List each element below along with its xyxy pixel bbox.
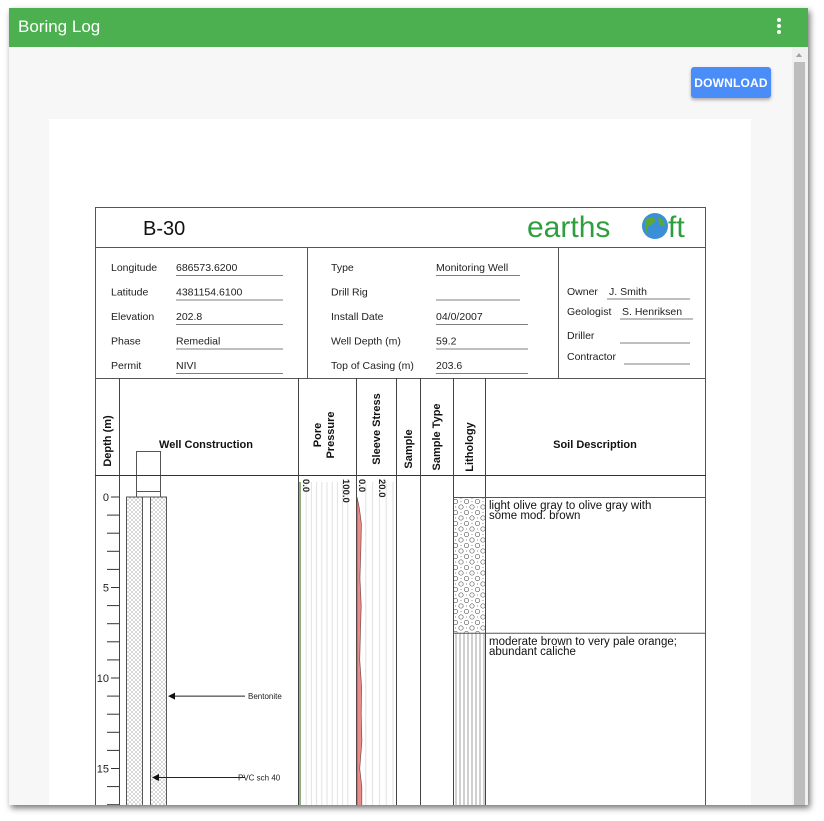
field-label: Drill Rig (331, 287, 368, 299)
sleeve-scale-min: 0.0 (356, 479, 367, 492)
annotation-label: Bentonite (248, 692, 282, 701)
field-label: Well Depth (m) (331, 336, 401, 348)
column-header-lithology: Lithology (464, 421, 476, 471)
depth-tick-label: 15 (97, 764, 109, 776)
more-vert-icon[interactable] (774, 18, 784, 38)
field-label: Contractor (567, 351, 617, 363)
column-header-depth: Depth (m) (102, 415, 114, 467)
field-value: 203.6 (436, 360, 462, 372)
pore-scale-max: 100.0 (340, 479, 351, 503)
app-window: Boring Log DOWNLOAD B-30 earths ft Longi… (9, 8, 808, 805)
field-label: Driller (567, 330, 595, 342)
field-label: Type (331, 262, 354, 274)
field-value: Monitoring Well (436, 262, 508, 274)
column-header-sleeve-stress: Sleeve Stress (371, 393, 383, 465)
depth-tick-label: 0 (103, 492, 109, 504)
soil-description: some mod. brown (489, 510, 580, 522)
lithology-caliche (454, 632, 485, 805)
column-header-pore-pressure: Pore (312, 423, 324, 447)
scroll-up-icon[interactable] (796, 53, 802, 57)
column-header-pore-pressure-2: Pressure (325, 411, 337, 458)
field-label: Owner (567, 286, 598, 298)
field-label: Latitude (111, 287, 149, 299)
column-header-sample-type: Sample Type (431, 403, 443, 470)
logo-text-ft: ft (668, 211, 685, 244)
sleeve-scale-max: 20.0 (376, 479, 387, 498)
soil-description: abundant caliche (489, 646, 576, 658)
pore-scale-min: 0.0 (300, 479, 311, 492)
app-title: Boring Log (18, 17, 101, 36)
field-value: 04/0/2007 (436, 311, 483, 323)
depth-tick-label: 10 (97, 673, 109, 685)
column-header-well-construction: Well Construction (159, 439, 253, 451)
vertical-scrollbar[interactable] (792, 47, 808, 805)
boring-log: B-30 earths ft Longitude 686573.6200 Latit… (95, 207, 706, 805)
boring-id: B-30 (143, 218, 185, 240)
column-header-soil-description: Soil Description (553, 439, 637, 451)
scrollbar-thumb[interactable] (794, 62, 805, 805)
field-value: J. Smith (609, 286, 647, 298)
field-label: Permit (111, 360, 141, 372)
field-label: Phase (111, 336, 141, 348)
field-label: Top of Casing (m) (331, 360, 414, 372)
lithology-gravel (454, 497, 485, 633)
field-value: 202.8 (176, 311, 202, 323)
field-value: Remedial (176, 336, 220, 348)
field-label: Longitude (111, 262, 157, 274)
column-header-sample: Sample (403, 429, 415, 468)
field-label: Elevation (111, 311, 154, 323)
app-bar: Boring Log (9, 8, 808, 47)
field-label: Install Date (331, 311, 384, 323)
field-value: 686573.6200 (176, 262, 237, 274)
logo-text-earths: earths (527, 211, 610, 244)
field-label: Geologist (567, 306, 611, 318)
well-annulus-right (150, 496, 167, 805)
field-value: 4381154.6100 (176, 287, 243, 299)
field-value: 59.2 (436, 336, 457, 348)
field-value: NIVI (176, 360, 196, 372)
well-annulus-left (126, 496, 143, 805)
field-value: S. Henriksen (622, 306, 682, 318)
annotation-label: PVC sch 40 (238, 774, 281, 783)
download-button[interactable]: DOWNLOAD (691, 67, 771, 98)
depth-tick-label: 5 (103, 583, 109, 595)
